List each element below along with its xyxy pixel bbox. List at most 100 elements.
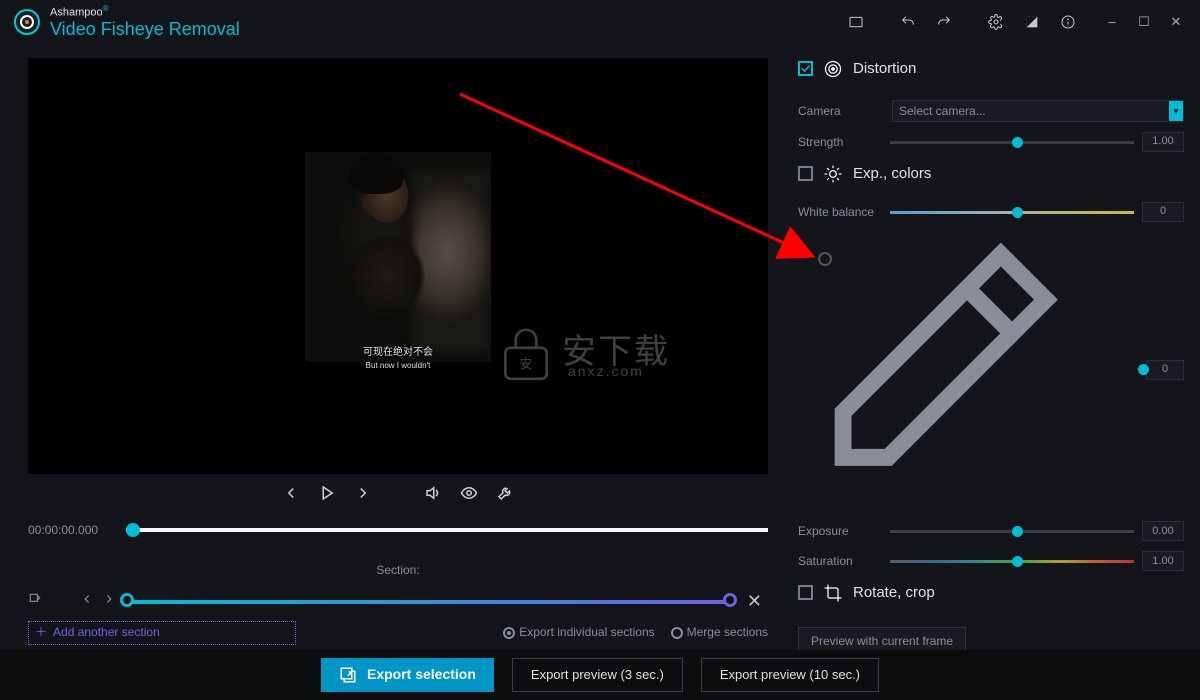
undo-icon xyxy=(900,14,916,30)
play-icon xyxy=(318,484,336,502)
saturation-slider[interactable] xyxy=(890,560,1134,563)
video-frame: 可现在绝对不会 But now I wouldn't xyxy=(305,100,491,432)
tools-button[interactable] xyxy=(496,484,514,507)
sun-icon xyxy=(823,164,843,184)
strength-label: Strength xyxy=(798,134,882,151)
preview-toggle-button[interactable] xyxy=(460,484,478,507)
target-icon xyxy=(823,59,843,79)
panel-rotate-header[interactable]: Rotate, crop xyxy=(790,582,1190,603)
video-preview: 可现在绝对不会 But now I wouldn't 安 安下载 anxz.co… xyxy=(28,58,768,474)
product-name: Video Fisheye Removal xyxy=(50,20,240,39)
panel-distortion-header[interactable]: Distortion xyxy=(790,58,1190,79)
brand-tm-icon: ® xyxy=(103,4,109,13)
lock-icon: 安 xyxy=(498,322,554,384)
distortion-title: Distortion xyxy=(853,58,916,79)
app-brand: Ashampoo® Video Fisheye Removal xyxy=(50,5,240,38)
video-frame-image xyxy=(305,152,491,362)
add-section-button[interactable]: ＋ Add another section xyxy=(28,621,296,645)
footer: Export selection Export preview (3 sec.)… xyxy=(0,650,1200,700)
watermark: 安 安下载 anxz.com xyxy=(498,298,708,408)
chevron-left-icon xyxy=(282,484,300,502)
strength-slider[interactable] xyxy=(890,141,1134,144)
playback-controls xyxy=(28,474,768,518)
info-button[interactable] xyxy=(1050,4,1086,40)
contrast-icon xyxy=(1024,14,1040,30)
info-icon xyxy=(1060,14,1076,30)
tint-value[interactable]: 0 xyxy=(1146,360,1184,380)
wb-slider[interactable] xyxy=(890,211,1134,214)
merge-sections-label: Merge sections xyxy=(687,625,768,639)
strength-value[interactable]: 1.00 xyxy=(1142,132,1184,152)
svg-text:安: 安 xyxy=(520,357,533,372)
export-individual-radio[interactable]: Export individual sections xyxy=(503,624,654,641)
volume-icon xyxy=(424,484,442,502)
brand-company: Ashampoo xyxy=(50,7,103,19)
watermark-en: anxz.com xyxy=(568,362,644,382)
preview-current-frame-button[interactable]: Preview with current frame xyxy=(798,627,966,650)
redo-button[interactable] xyxy=(926,4,962,40)
undo-button[interactable] xyxy=(890,4,926,40)
next-frame-button[interactable] xyxy=(354,484,372,507)
subtitle-cn: 可现在绝对不会 xyxy=(305,346,491,360)
camera-label: Camera xyxy=(798,103,882,120)
export-selection-label: Export selection xyxy=(367,665,476,685)
saturation-value[interactable]: 1.00 xyxy=(1142,551,1184,571)
plus-icon: ＋ xyxy=(35,624,47,641)
rotate-checkbox[interactable] xyxy=(798,585,813,600)
maximize-button[interactable]: ☐ xyxy=(1128,4,1160,40)
eye-icon xyxy=(460,484,478,502)
export-preview-3-button[interactable]: Export preview (3 sec.) xyxy=(512,658,683,692)
section-out-button[interactable] xyxy=(28,592,42,611)
timecode: 00:00:00.000 xyxy=(28,522,112,539)
section-range[interactable] xyxy=(126,600,731,604)
exposure-slider[interactable] xyxy=(890,530,1134,533)
preview-current-frame-label: Preview with current frame xyxy=(811,633,953,650)
crop-icon xyxy=(823,583,843,603)
exposure-value[interactable]: 0.00 xyxy=(1142,521,1184,541)
wrench-icon xyxy=(496,484,514,502)
section-end-handle[interactable] xyxy=(723,593,737,607)
prev-frame-button[interactable] xyxy=(282,484,300,507)
open-file-button[interactable] xyxy=(838,4,874,40)
check-icon xyxy=(800,63,811,74)
eyedropper-icon xyxy=(798,232,1068,502)
timeline-scrubber[interactable] xyxy=(126,528,768,532)
export-preview-10-button[interactable]: Export preview (10 sec.) xyxy=(701,658,879,692)
wb-value[interactable]: 0 xyxy=(1142,202,1184,222)
theme-button[interactable] xyxy=(1014,4,1050,40)
camera-select[interactable]: Select camera... ▾ xyxy=(892,100,1184,122)
section-next-button[interactable] xyxy=(102,592,116,611)
distortion-checkbox[interactable] xyxy=(798,61,813,76)
gear-icon xyxy=(988,14,1004,30)
colors-checkbox[interactable] xyxy=(798,166,813,181)
volume-button[interactable] xyxy=(424,484,442,507)
chevron-left-icon xyxy=(80,592,94,606)
settings-button[interactable] xyxy=(978,4,1014,40)
subtitle-en: But now I wouldn't xyxy=(305,360,491,371)
saturation-label: Saturation xyxy=(798,553,882,570)
watermark-cn: 安下载 xyxy=(562,329,670,377)
exposure-label: Exposure xyxy=(798,523,882,540)
play-button[interactable] xyxy=(318,484,336,507)
chevron-down-icon: ▾ xyxy=(1169,101,1183,121)
export-selection-button[interactable]: Export selection xyxy=(321,658,494,692)
folder-icon xyxy=(848,14,864,30)
timeline-handle[interactable] xyxy=(126,523,140,537)
export-preview-10-label: Export preview (10 sec.) xyxy=(720,666,860,684)
chevron-right-icon xyxy=(354,484,372,502)
colors-title: Exp., colors xyxy=(853,163,931,184)
camera-placeholder: Select camera... xyxy=(899,103,986,120)
minimize-button[interactable]: – xyxy=(1096,4,1128,40)
close-button[interactable]: ✕ xyxy=(1160,4,1192,40)
section-remove-button[interactable]: ✕ xyxy=(741,589,768,614)
subtitles: 可现在绝对不会 But now I wouldn't xyxy=(305,345,491,372)
wb-label: White balance xyxy=(798,204,882,221)
section-start-handle[interactable] xyxy=(120,593,134,607)
rotate-title: Rotate, crop xyxy=(853,582,935,603)
merge-sections-radio[interactable]: Merge sections xyxy=(671,624,768,641)
export-individual-label: Export individual sections xyxy=(519,625,654,639)
section-prev-button[interactable] xyxy=(80,592,94,611)
eyedropper-button[interactable] xyxy=(798,491,1068,505)
panel-colors-header[interactable]: Exp., colors xyxy=(790,163,1190,184)
export-icon xyxy=(339,666,357,684)
